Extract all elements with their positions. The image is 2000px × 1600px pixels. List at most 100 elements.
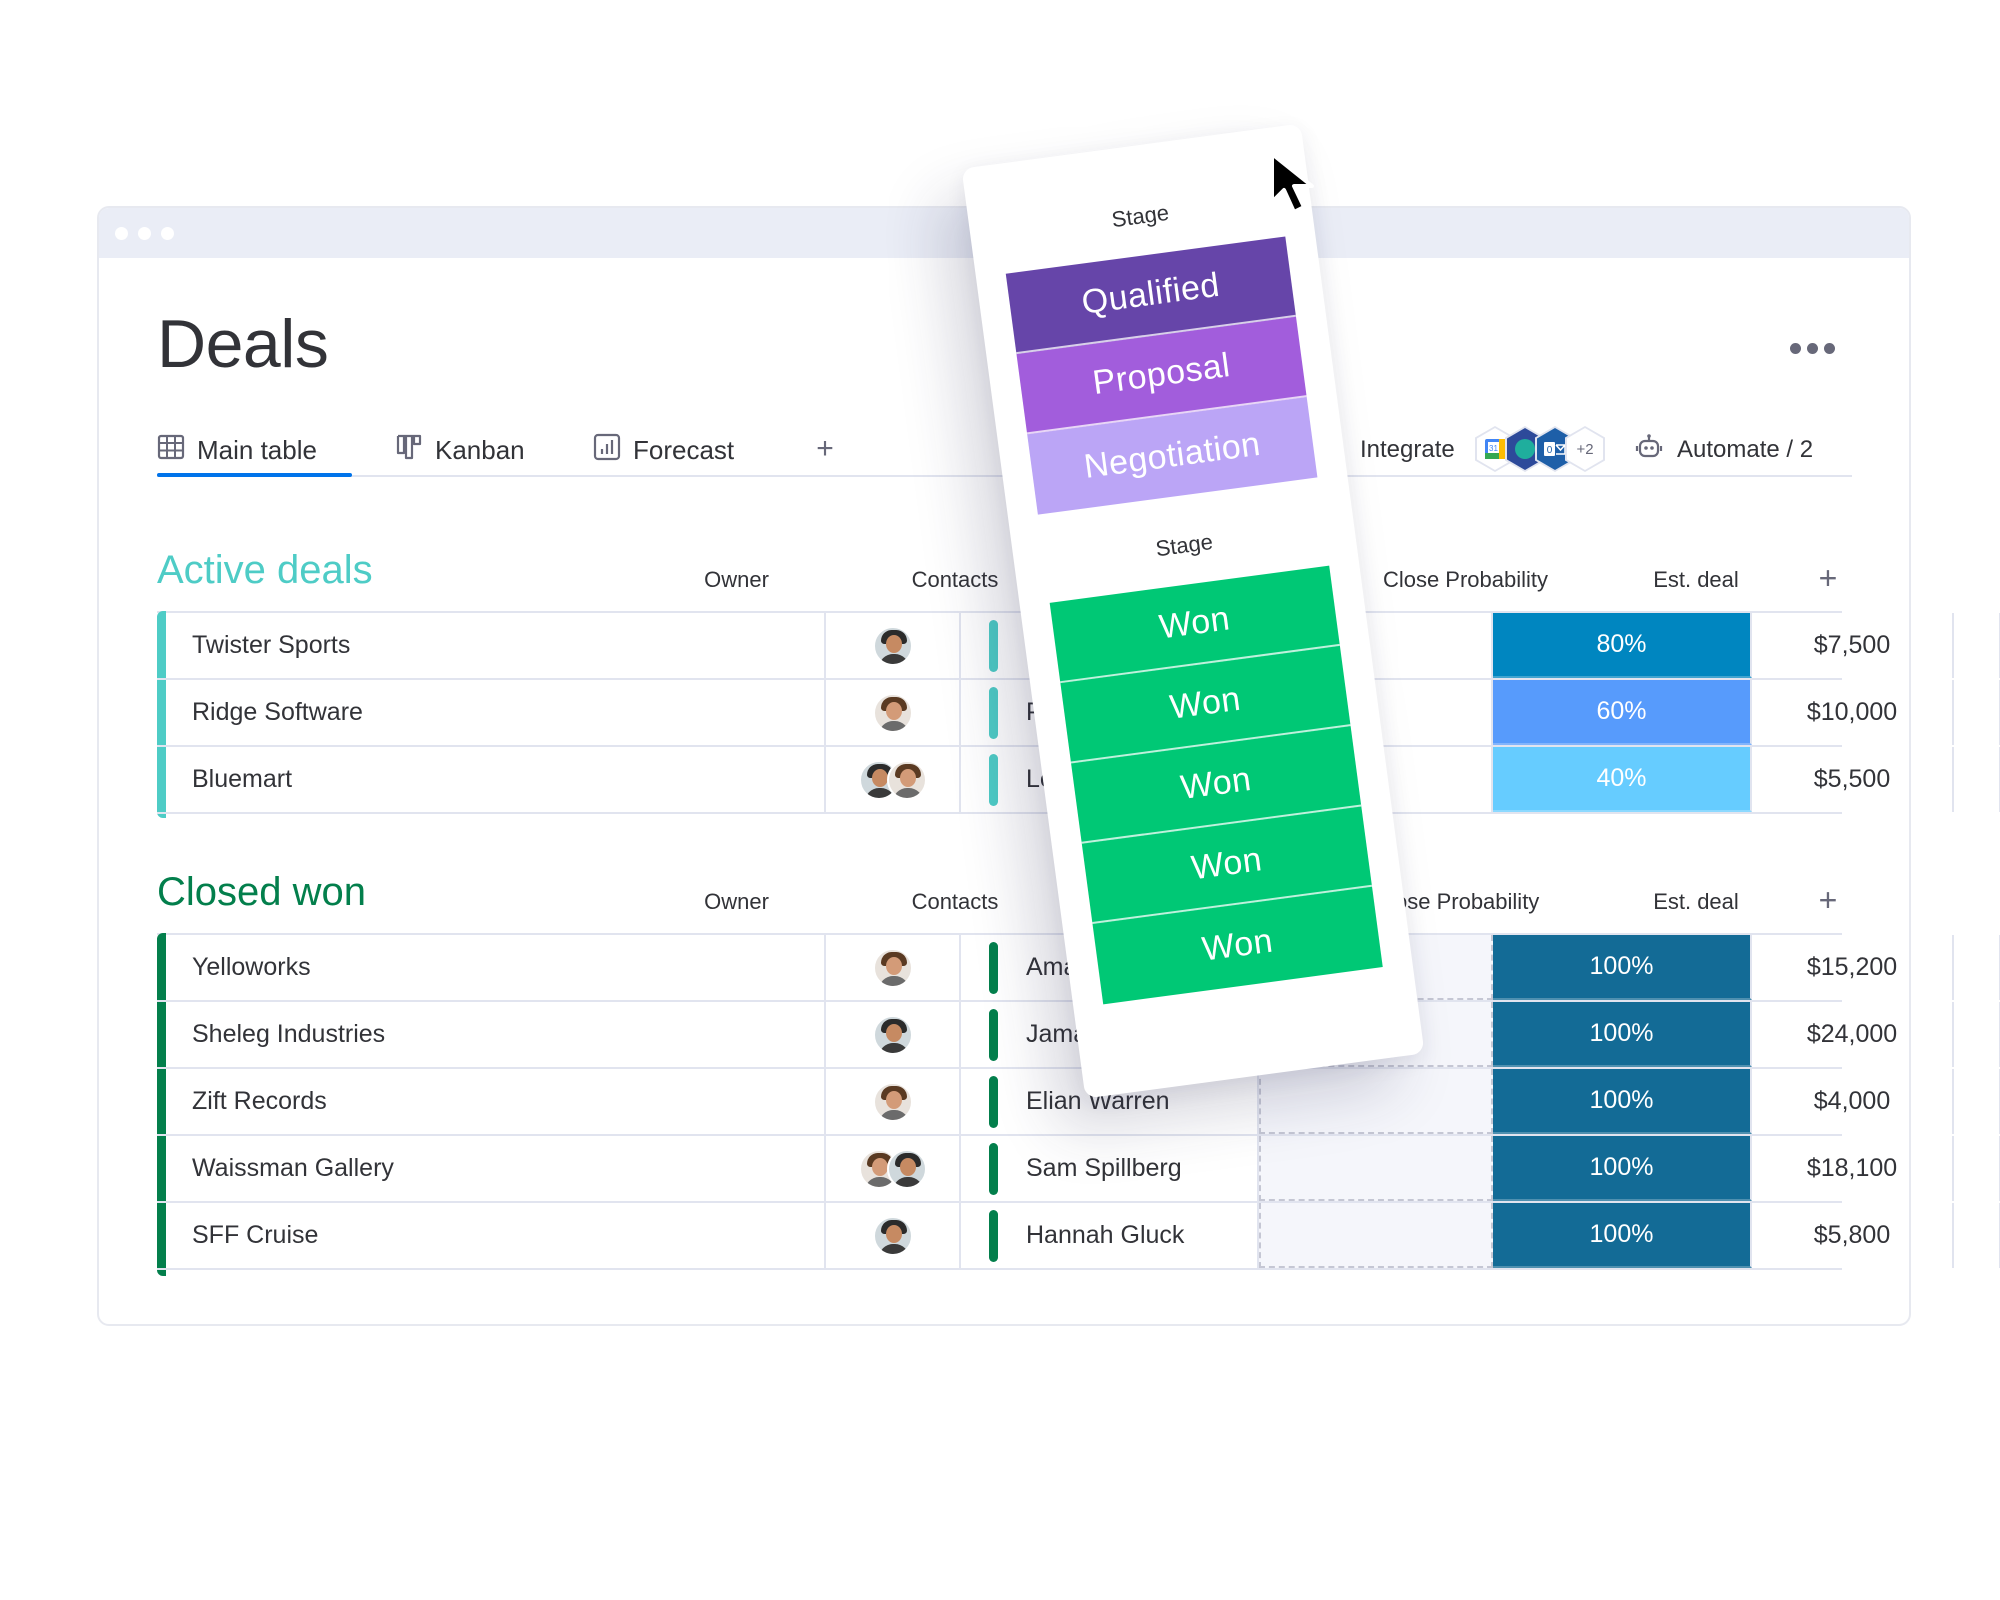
add-column-button[interactable]: + — [1808, 882, 1848, 919]
contact-color-bar — [989, 1008, 998, 1061]
est-deal-cell[interactable]: $4,000 — [1752, 1069, 1954, 1134]
deal-name-cell[interactable]: SFF Cruise — [166, 1203, 826, 1268]
table-row[interactable]: Waissman Gallery Sam Spillberg 100% $18,… — [157, 1136, 2000, 1203]
robot-icon — [1635, 433, 1663, 468]
column-header-est-deal[interactable]: Est. deal — [1595, 889, 1797, 915]
owner-avatar[interactable] — [872, 1081, 913, 1122]
deal-name-cell[interactable]: Zift Records — [166, 1069, 826, 1134]
active-stage-list: Qualified Proposal Negotiation — [1005, 236, 1318, 515]
est-deal-value: $4,000 — [1813, 1087, 1891, 1115]
column-header-owner[interactable]: Owner — [669, 889, 804, 915]
column-header-close-probability[interactable]: Close Probability — [1336, 567, 1595, 593]
deal-name-cell[interactable]: Sheleg Industries — [166, 1002, 826, 1067]
tab-kanban[interactable]: Kanban — [395, 430, 525, 470]
active-deals-table: Twister Sports Madison Doy 80% $7,500 Ri… — [157, 611, 2000, 818]
contact-color-bar — [989, 753, 998, 806]
column-header-est-deal[interactable]: Est. deal — [1595, 567, 1797, 593]
close-probability-cell[interactable]: 40% — [1493, 747, 1752, 812]
deal-name: Bluemart — [192, 765, 293, 793]
deal-name-cell[interactable]: Yelloworks — [166, 935, 826, 1000]
est-deal-cell[interactable]: $24,000 — [1752, 1002, 1954, 1067]
probability-value: 80% — [1596, 630, 1647, 658]
close-probability-cell[interactable]: 100% — [1493, 1002, 1752, 1067]
owner-avatar[interactable] — [886, 1148, 927, 1189]
close-probability-cell[interactable]: 100% — [1493, 1136, 1752, 1201]
window-control-dot[interactable] — [161, 227, 174, 240]
owner-avatar[interactable] — [886, 759, 927, 800]
owner-cell[interactable] — [826, 1069, 961, 1134]
deal-name: SFF Cruise — [192, 1221, 319, 1249]
deal-name: Waissman Gallery — [192, 1154, 394, 1182]
table-row[interactable]: Yelloworks Amanda Smith 100% $15,200 — [157, 935, 2000, 1002]
table-row[interactable]: Twister Sports Madison Doy 80% $7,500 — [157, 613, 2000, 680]
owner-cell[interactable] — [826, 680, 961, 745]
integrate-button[interactable]: Integrate — [1360, 432, 1455, 468]
tab-main-table[interactable]: Main table — [157, 430, 317, 470]
owner-avatar[interactable] — [872, 947, 913, 988]
est-deal-cell[interactable]: $18,100 — [1752, 1136, 1954, 1201]
owner-cell[interactable] — [826, 613, 961, 678]
deal-name-cell[interactable]: Twister Sports — [166, 613, 826, 678]
stage-cell-empty[interactable] — [1259, 1203, 1493, 1268]
column-header-close-probability[interactable]: ose Probability — [1395, 889, 1595, 915]
contact-cell[interactable]: Sam Spillberg — [961, 1136, 1259, 1201]
close-probability-cell[interactable]: 60% — [1493, 680, 1752, 745]
owner-avatar[interactable] — [872, 625, 913, 666]
close-probability-cell[interactable]: 80% — [1493, 613, 1752, 678]
column-header-contacts[interactable]: Contacts — [860, 889, 1050, 915]
est-deal-value: $18,100 — [1806, 1154, 1898, 1182]
table-row[interactable]: Bluemart Leilani Krause 40% $5,500 — [157, 747, 2000, 814]
window-control-dot[interactable] — [138, 227, 151, 240]
owner-avatar[interactable] — [872, 1215, 913, 1256]
close-probability-cell[interactable]: 100% — [1493, 935, 1752, 1000]
add-view-button[interactable]: + — [810, 432, 840, 466]
more-integrations-badge: +2 — [1565, 426, 1605, 472]
kanban-icon — [395, 433, 423, 468]
table-icon — [157, 433, 185, 468]
window-control-dot[interactable] — [115, 227, 128, 240]
owner-cell[interactable] — [826, 1002, 961, 1067]
deal-name-cell[interactable]: Ridge Software — [166, 680, 826, 745]
est-deal-cell[interactable]: $5,500 — [1752, 747, 1954, 812]
group-title-closed-won[interactable]: Closed won — [157, 870, 366, 915]
table-row[interactable]: SFF Cruise Hannah Gluck 100% $5,800 — [157, 1203, 2000, 1270]
stage-cell-empty[interactable] — [1259, 1136, 1493, 1201]
owner-cell[interactable] — [826, 935, 961, 1000]
tab-label: Kanban — [435, 434, 525, 465]
add-column-cell — [1954, 1136, 2000, 1201]
column-header-owner[interactable]: Owner — [669, 567, 804, 593]
automate-button[interactable]: Automate / 2 — [1635, 432, 1813, 468]
table-row[interactable]: Zift Records Elian Warren 100% $4,000 — [157, 1069, 2000, 1136]
integration-apps[interactable]: 31 0 +2 — [1475, 426, 1625, 472]
owner-cell[interactable] — [826, 1136, 961, 1201]
contact-color-bar — [989, 1209, 998, 1262]
group-title-active-deals[interactable]: Active deals — [157, 548, 373, 593]
est-deal-value: $10,000 — [1806, 698, 1898, 726]
deal-name-cell[interactable]: Bluemart — [166, 747, 826, 812]
contact-color-bar — [989, 686, 998, 739]
tab-forecast[interactable]: Forecast — [593, 430, 734, 470]
close-probability-cell[interactable]: 100% — [1493, 1203, 1752, 1268]
owner-avatar[interactable] — [872, 692, 913, 733]
more-options-button[interactable] — [1790, 338, 1840, 358]
owner-avatar[interactable] — [872, 1014, 913, 1055]
contact-cell[interactable]: Hannah Gluck — [961, 1203, 1259, 1268]
table-row[interactable]: Ridge Software Phoenix Levy 60% $10,000 — [157, 680, 2000, 747]
close-probability-cell[interactable]: 100% — [1493, 1069, 1752, 1134]
stage-cell-empty[interactable] — [1259, 1069, 1493, 1134]
active-tab-indicator — [157, 473, 352, 477]
owner-cell[interactable] — [826, 747, 961, 812]
est-deal-value: $5,800 — [1813, 1221, 1891, 1249]
deal-name-cell[interactable]: Waissman Gallery — [166, 1136, 826, 1201]
probability-value: 100% — [1589, 1153, 1654, 1181]
owner-cell[interactable] — [826, 1203, 961, 1268]
table-row[interactable]: Sheleg Industries Jamal Ayers 100% $24,0… — [157, 1002, 2000, 1069]
probability-value: 100% — [1589, 1220, 1654, 1248]
closed-stage-list: Won Won Won Won Won — [1049, 565, 1383, 1005]
est-deal-cell[interactable]: $7,500 — [1752, 613, 1954, 678]
est-deal-cell[interactable]: $5,800 — [1752, 1203, 1954, 1268]
est-deal-cell[interactable]: $15,200 — [1752, 935, 1954, 1000]
contact-name: Hannah Gluck — [1026, 1221, 1185, 1249]
est-deal-cell[interactable]: $10,000 — [1752, 680, 1954, 745]
add-column-button[interactable]: + — [1808, 560, 1848, 597]
